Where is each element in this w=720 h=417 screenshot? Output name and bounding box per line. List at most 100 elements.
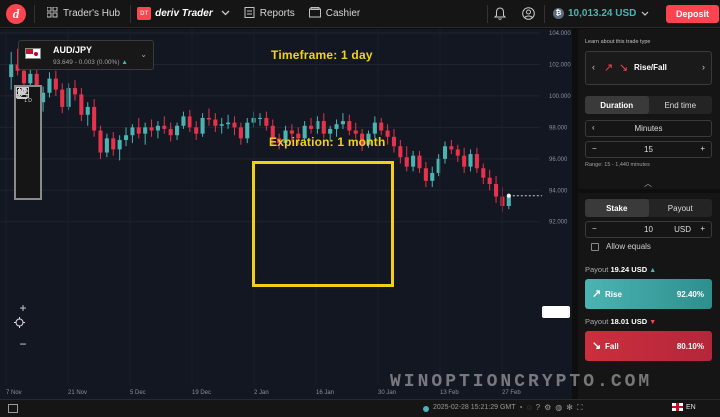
stake-value[interactable]: 10 [586, 225, 711, 234]
candle [398, 146, 403, 158]
candle [289, 130, 294, 134]
candle [60, 89, 65, 107]
fall-payout-label: Payout [585, 317, 609, 326]
watermark: WINOPTIONCRYPTO.COM [390, 372, 653, 392]
allow-equals-checkbox[interactable] [591, 242, 599, 251]
server-time: 2025-02-28 15:21:29 GMT [433, 404, 516, 411]
chart-area[interactable]: 104.000 102.000 100.000 98.000 96.000 94.000 9… [0, 29, 572, 399]
download-button[interactable] [16, 88, 38, 195]
increment-button[interactable]: + [700, 224, 705, 233]
notifications-icon[interactable] [493, 7, 507, 22]
header-divider [130, 4, 132, 23]
stake-payout-tabs: Stake Payout [585, 199, 712, 217]
candle [430, 172, 435, 181]
deriv-logo[interactable]: d [6, 3, 26, 24]
rise-percent: 92.40% [676, 290, 704, 299]
traders-hub-link[interactable]: Trader's Hub [46, 6, 120, 21]
symbol-price: 93.649 - 0.003 (0.00%) ▲ [53, 59, 128, 66]
deposit-button[interactable]: Deposit [666, 5, 720, 23]
learn-trade-type-link[interactable]: Learn about this trade type [585, 39, 650, 45]
candle [200, 117, 205, 134]
candle [494, 183, 499, 197]
tab-payout[interactable]: Payout [649, 199, 713, 217]
duration-range-hint: Range: 15 - 1,440 minutes [585, 162, 650, 168]
rise-payout-label: Payout [585, 265, 609, 274]
candle [372, 122, 377, 134]
trade-type-selector[interactable]: ‹ ↗ ↘ Rise/Fall › [585, 51, 712, 85]
candle [104, 138, 109, 153]
triangle-up-icon: ▲ [649, 267, 657, 274]
dt-badge-icon: DT [137, 7, 152, 20]
crosshair-icon [14, 317, 25, 328]
x-tick-label: 5 Dec [130, 390, 146, 396]
stake-stepper[interactable]: − 10 USD + [585, 221, 712, 238]
chevron-up-icon[interactable]: ︿ [644, 178, 652, 189]
tab-duration[interactable]: Duration [585, 96, 649, 114]
rise-button[interactable]: ↗ Rise 92.40% [585, 279, 712, 309]
candle [404, 157, 409, 167]
chevron-right-icon[interactable]: › [702, 62, 705, 72]
candle [85, 106, 90, 115]
zoom-out-button[interactable]: − [14, 335, 32, 353]
fullscreen-icon[interactable] [8, 404, 18, 415]
candle [423, 168, 428, 181]
candle [232, 122, 237, 128]
candle [130, 127, 135, 136]
cashier-link[interactable]: Cashier [308, 6, 360, 21]
drawing-tools-button[interactable] [17, 87, 38, 174]
candle [181, 116, 186, 126]
current-price-tag [542, 306, 570, 318]
chart-type-button[interactable] [16, 87, 38, 153]
chevron-left-icon[interactable]: ‹ [592, 62, 595, 72]
account-icon[interactable] [522, 7, 535, 22]
allow-equals-option[interactable]: Allow equals [591, 242, 651, 251]
zoom-in-button[interactable]: + [14, 299, 32, 317]
candle [449, 146, 454, 150]
candle [162, 125, 167, 129]
candle [72, 88, 78, 95]
grid-icon [46, 6, 58, 21]
symbol-selector[interactable]: AUD/JPY 93.649 - 0.003 (0.00%) ▲ ⌄ [18, 40, 154, 70]
fall-label: Fall [605, 342, 619, 351]
indicators-button[interactable] [16, 87, 38, 132]
candle [347, 121, 352, 131]
fall-button[interactable]: ↘ Fall 80.10% [585, 331, 712, 361]
crosshair-button[interactable] [14, 317, 32, 335]
y-tick-label: 96.000 [549, 157, 568, 163]
duration-value[interactable]: 15 [586, 145, 711, 154]
tab-end-time[interactable]: End time [649, 96, 713, 114]
reports-label: Reports [259, 8, 295, 19]
app-switcher[interactable]: DT deriv Trader [137, 7, 230, 20]
duration-unit-select[interactable]: ‹ Minutes [585, 120, 712, 137]
whatsapp-icon[interactable]: ◔ [518, 403, 523, 413]
chat-icon[interactable]: ◌ [527, 403, 532, 413]
timeframe-annotation: Timeframe: 1 day [271, 48, 373, 62]
balance-value: 10,013.24 USD [568, 8, 637, 19]
fall-payout-info: Payout 18.01 USD ▼ [585, 317, 656, 326]
settings-icon[interactable]: ⚙ [544, 403, 551, 413]
rise-payout-value: 19.24 USD [610, 265, 648, 274]
account-balance[interactable]: ₿ 10,013.24 USD [553, 8, 649, 19]
tab-stake[interactable]: Stake [585, 199, 649, 217]
rise-label: Rise [605, 290, 622, 299]
x-tick-label: 21 Nov [68, 390, 87, 396]
candle [111, 138, 116, 150]
responsible-trading-icon[interactable]: ◍ [555, 403, 562, 413]
x-tick-label: 7 Nov [6, 390, 22, 396]
candle [442, 146, 448, 159]
gear-icon[interactable]: ✻ [566, 403, 573, 413]
candle [487, 177, 492, 184]
candle [117, 139, 122, 150]
candle [9, 64, 14, 78]
increment-button[interactable]: + [700, 144, 705, 153]
candle [340, 121, 345, 125]
help-icon[interactable]: ? [536, 403, 540, 413]
language-selector[interactable]: EN [672, 403, 696, 411]
reports-link[interactable]: Reports [244, 6, 295, 21]
duration-stepper[interactable]: − 15 + [585, 141, 712, 158]
candle [481, 168, 486, 178]
fullscreen-toggle-icon[interactable]: ⛶ [577, 403, 583, 413]
fall-arrow-icon: ↘ [592, 340, 602, 352]
symbol-name: AUD/JPY [53, 45, 93, 55]
cashier-icon [308, 6, 321, 21]
